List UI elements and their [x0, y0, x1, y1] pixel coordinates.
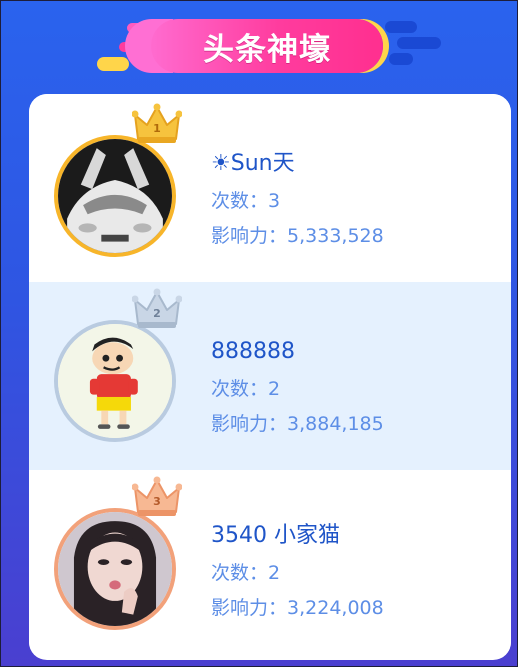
influence-value: 5,333,528: [287, 225, 384, 247]
ranking-row[interactable]: 2 888888 次数：2 影响力：3,884,185: [29, 282, 511, 470]
header-banner: 头条神壕: [1, 1, 517, 93]
user-name[interactable]: 888888: [211, 338, 384, 366]
crown-rank-number: 2: [153, 307, 161, 320]
ranking-row[interactable]: 3 3540 小家猫 次数：2 影响力：3,224,008: [29, 470, 511, 658]
cartoon-avatar-image: [58, 324, 172, 438]
influence-label: 影响力：: [211, 597, 288, 619]
car-avatar-image: [58, 139, 172, 253]
times-value: 3: [268, 190, 281, 212]
user-info: 888888 次数：2 影响力：3,884,185: [211, 338, 384, 436]
times-stat: 次数：3: [211, 189, 384, 213]
decor-streak: [385, 21, 417, 33]
user-name[interactable]: ☀Sun天: [211, 150, 384, 178]
times-label: 次数：: [211, 190, 269, 212]
influence-stat: 影响力：3,884,185: [211, 412, 384, 436]
user-name[interactable]: 3540 小家猫: [211, 522, 384, 550]
times-stat: 次数：2: [211, 377, 384, 401]
avatar[interactable]: [54, 135, 176, 257]
gold-crown-icon: 1: [132, 103, 182, 147]
bronze-crown-icon: 3: [132, 476, 182, 520]
decor-streak: [389, 53, 413, 65]
times-stat: 次数：2: [211, 561, 384, 585]
leaderboard-panel: 头条神壕 1 ☀Sun天 次数：3 影响力：5,333,528 2 888888…: [0, 0, 518, 667]
silver-crown-icon: 2: [132, 288, 182, 332]
influence-stat: 影响力：5,333,528: [211, 224, 384, 248]
avatar-group: 1: [54, 97, 184, 257]
times-value: 2: [268, 378, 281, 400]
page-title: 头条神壕: [203, 31, 331, 68]
title-pill: 头条神壕: [151, 19, 383, 73]
portrait-avatar-image: [58, 512, 172, 626]
user-info: 3540 小家猫 次数：2 影响力：3,224,008: [211, 522, 384, 620]
user-info: ☀Sun天 次数：3 影响力：5,333,528: [211, 150, 384, 248]
times-label: 次数：: [211, 562, 269, 584]
influence-stat: 影响力：3,224,008: [211, 596, 384, 620]
avatar-group: 3: [54, 470, 184, 630]
avatar[interactable]: [54, 508, 176, 630]
influence-value: 3,224,008: [287, 597, 384, 619]
decor-streak: [97, 57, 129, 71]
avatar[interactable]: [54, 320, 176, 442]
ranking-card: 1 ☀Sun天 次数：3 影响力：5,333,528 2 888888 次数：2…: [29, 94, 511, 660]
influence-label: 影响力：: [211, 225, 288, 247]
influence-value: 3,884,185: [287, 413, 384, 435]
decor-streak: [397, 37, 441, 49]
times-value: 2: [268, 562, 281, 584]
crown-rank-number: 1: [153, 122, 161, 135]
avatar-group: 2: [54, 282, 184, 442]
crown-rank-number: 3: [153, 495, 161, 508]
influence-label: 影响力：: [211, 413, 288, 435]
times-label: 次数：: [211, 378, 269, 400]
ranking-row[interactable]: 1 ☀Sun天 次数：3 影响力：5,333,528: [29, 94, 511, 282]
